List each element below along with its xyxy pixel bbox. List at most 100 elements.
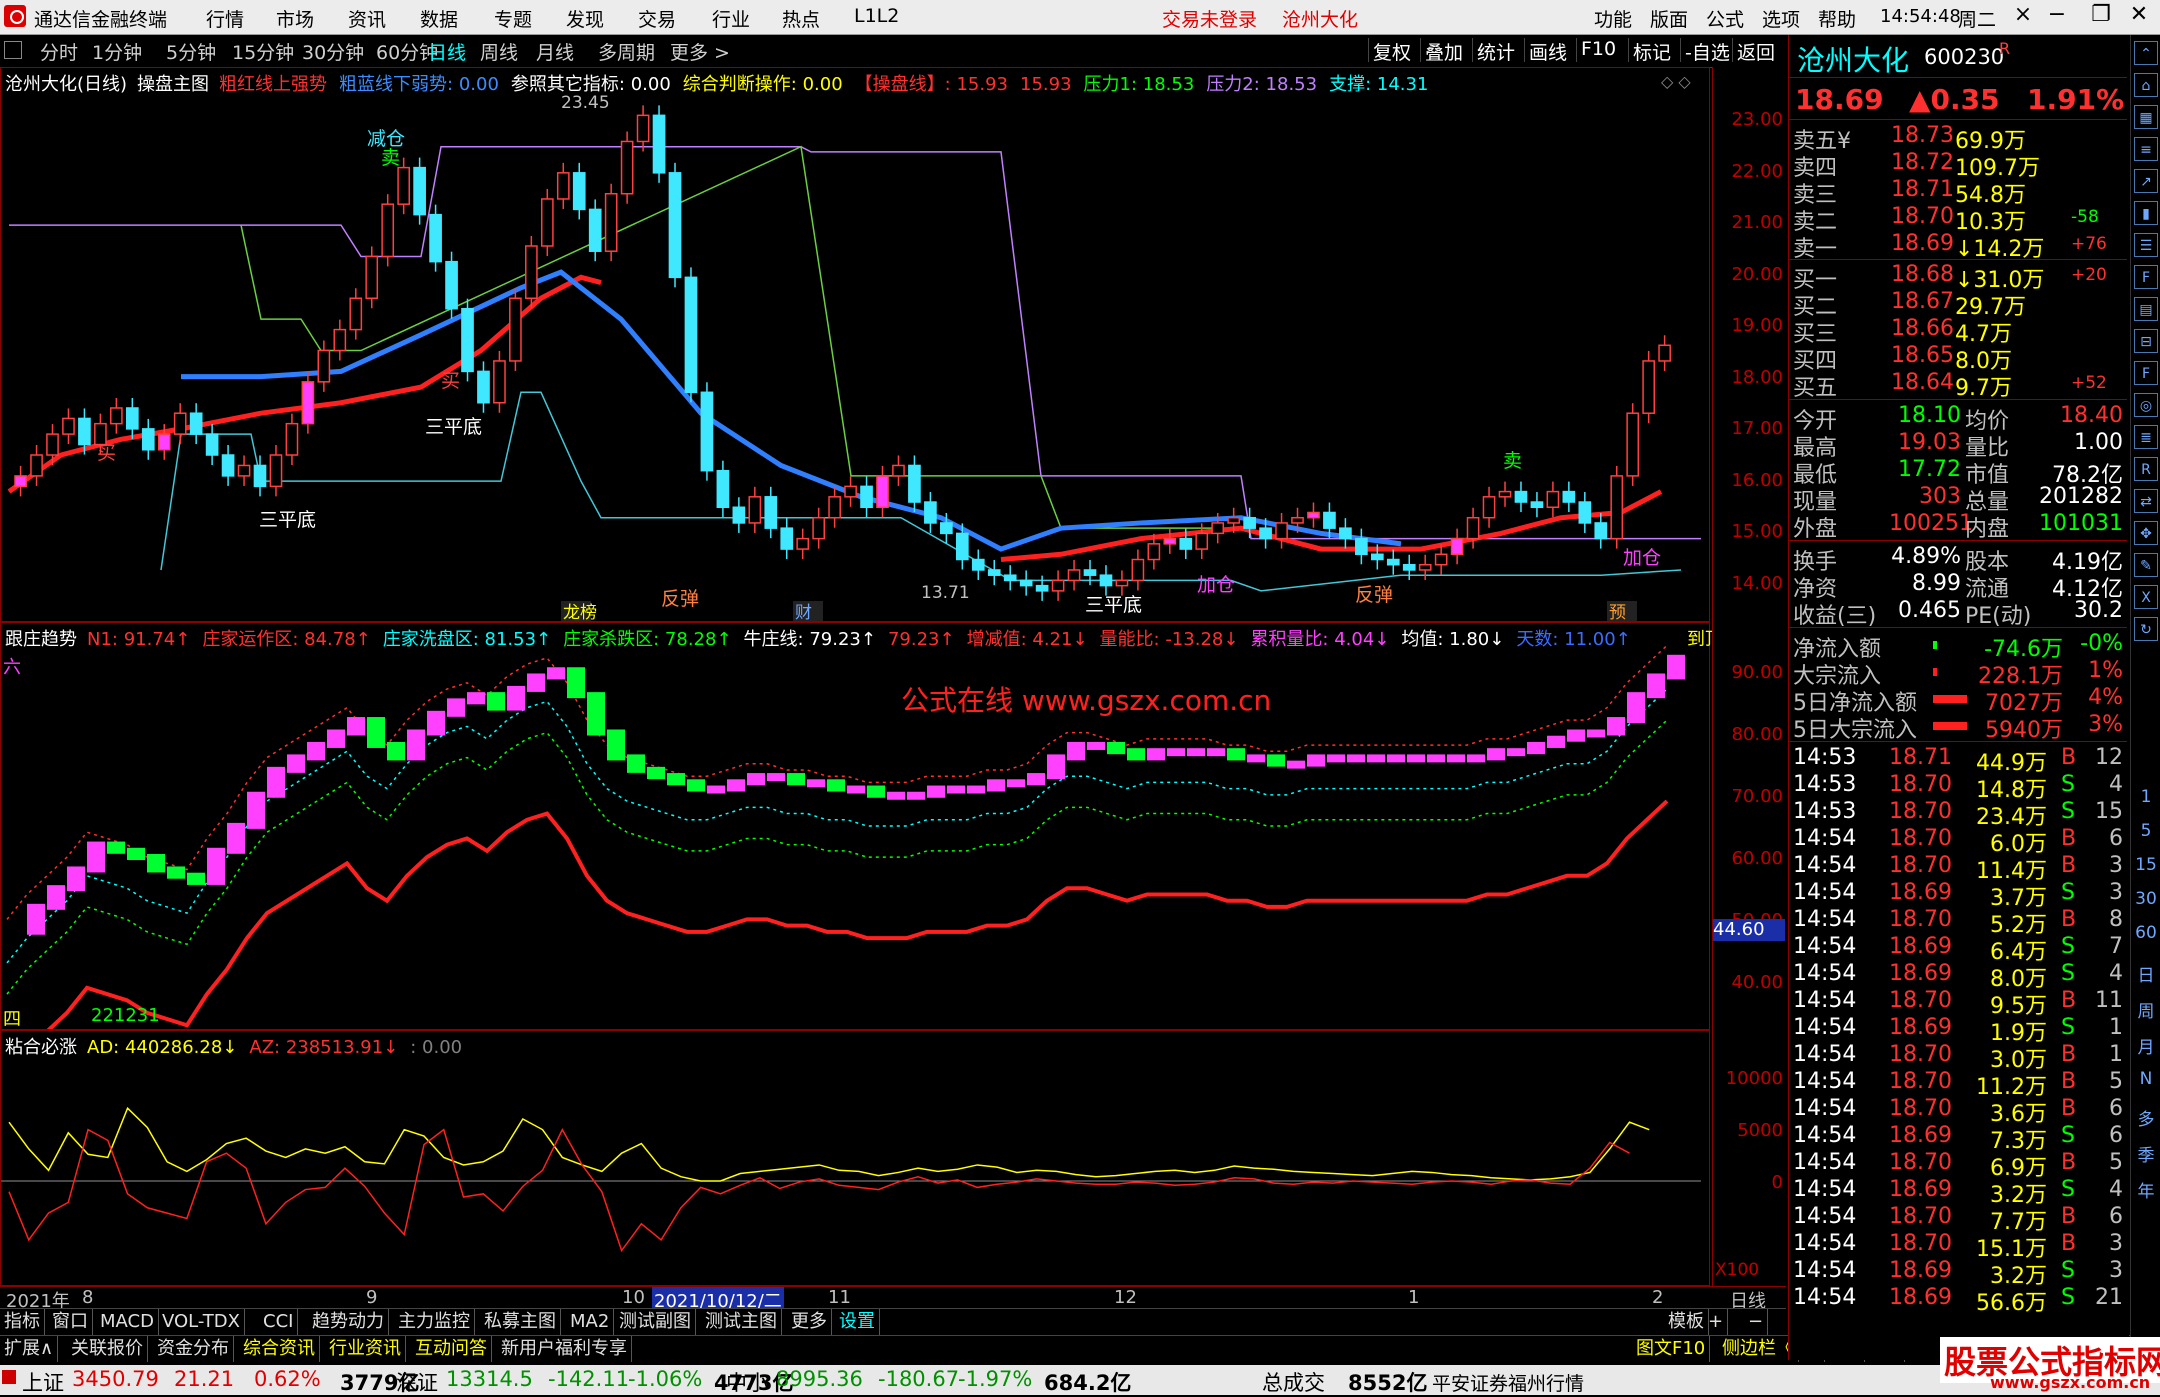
excel-icon[interactable]: X xyxy=(2134,585,2158,609)
side-tab[interactable]: 侧边栏《 xyxy=(1718,1336,1799,1362)
close-small-icon[interactable]: × xyxy=(2006,2,2040,27)
minimize-icon[interactable]: − xyxy=(2040,2,2074,27)
period-tab[interactable]: 5分钟 xyxy=(166,38,216,64)
f10-icon[interactable]: F xyxy=(2134,265,2158,289)
indicator-tab[interactable]: 测试主图 xyxy=(701,1309,782,1335)
extension-tab[interactable]: 关联报价 xyxy=(67,1336,148,1362)
indicator-tab[interactable]: 私募主图 xyxy=(480,1309,561,1335)
toolbar-button[interactable]: 统计 xyxy=(1472,38,1515,64)
menu-item[interactable]: L1L2 xyxy=(854,5,899,27)
side-tab[interactable]: 图文F10 xyxy=(1632,1336,1711,1362)
indicator-tab[interactable]: 主力监控 xyxy=(394,1309,475,1335)
period-shortcut[interactable]: 周 xyxy=(2135,997,2157,1022)
period-shortcut[interactable]: 5 xyxy=(2135,821,2157,841)
menu-item[interactable]: 数据 xyxy=(420,5,458,32)
compass-icon[interactable]: ◎ xyxy=(2134,393,2158,417)
menu-item[interactable]: 行业 xyxy=(712,5,750,32)
tick-row[interactable]: 14:54 18.70 9.5万 B 11 xyxy=(1793,988,2123,1019)
period-tab[interactable]: 15分钟 xyxy=(232,38,294,64)
template-tab[interactable]: − xyxy=(1744,1309,1769,1335)
tick-row[interactable]: 14:54 18.70 6.9万 B 5 xyxy=(1793,1150,2123,1181)
tick-row[interactable]: 14:53 18.70 14.8万 S 4 xyxy=(1793,772,2123,803)
toolbar-button[interactable]: 复权 xyxy=(1368,38,1411,64)
tick-row[interactable]: 14:54 18.70 6.0万 B 6 xyxy=(1793,826,2123,857)
period-tab[interactable]: 月线 xyxy=(536,38,574,64)
tick-row[interactable]: 14:54 18.69 3.2万 S 4 xyxy=(1793,1177,2123,1208)
trade-status[interactable]: 交易未登录 xyxy=(1162,5,1257,32)
indicator-tab[interactable]: 窗口 xyxy=(48,1309,93,1335)
menu-item[interactable]: 资讯 xyxy=(348,5,386,32)
tick-row[interactable]: 14:54 18.69 1.9万 S 1 xyxy=(1793,1015,2123,1046)
extension-tab[interactable]: 互动问答 xyxy=(411,1336,492,1362)
indicator-tab[interactable]: CCI xyxy=(259,1309,299,1335)
tick-row[interactable]: 14:54 18.69 3.2万 S 3 xyxy=(1793,1258,2123,1289)
menu-item[interactable]: 市场 xyxy=(276,5,314,32)
period-shortcut[interactable]: 月 xyxy=(2135,1033,2157,1058)
tick-row[interactable]: 14:54 18.69 56.6万 S 21 xyxy=(1793,1285,2123,1316)
candle-icon[interactable]: ▮ xyxy=(2134,201,2158,225)
toolbar-button[interactable]: 叠加 xyxy=(1420,38,1463,64)
indicator-name[interactable]: 操盘主图 xyxy=(137,74,209,95)
period-tab[interactable]: 分时 xyxy=(40,38,78,64)
menu-item[interactable]: 专题 xyxy=(494,5,532,32)
period-tab[interactable]: 1分钟 xyxy=(92,38,142,64)
collapse-icon[interactable] xyxy=(4,41,22,59)
extension-tab[interactable]: 综合资讯 xyxy=(239,1336,320,1362)
tick-row[interactable]: 14:54 18.69 8.0万 S 4 xyxy=(1793,961,2123,992)
doc-icon[interactable]: ☰ xyxy=(2134,233,2158,257)
period-shortcut[interactable]: 日 xyxy=(2135,961,2157,986)
indicator-tab[interactable]: MA2 xyxy=(566,1309,615,1335)
adhesion-panel[interactable]: 粘合必涨 AD: 440286.28↓ AZ: 238513.91↓: 0.00 xyxy=(0,1030,1710,1286)
fz-icon[interactable]: F xyxy=(2134,361,2158,385)
extension-tab[interactable]: 新用户福利专享 xyxy=(497,1336,632,1362)
indicator-tab[interactable]: 设置 xyxy=(835,1309,880,1335)
main-chart-panel[interactable]: 三平底 三平底 三平底 减仓卖买买反弹 反弹 加仓 加仓卖 23.45 13.71 龙榜财预 沧州… xyxy=(0,67,1710,622)
period-shortcut[interactable]: 60 xyxy=(2135,923,2157,943)
period-tab[interactable]: 多周期 xyxy=(598,38,655,64)
menu-item[interactable]: 行情 xyxy=(206,5,244,32)
news-icon[interactable]: ≣ xyxy=(2134,425,2158,449)
restore-icon[interactable]: ❐ xyxy=(2084,2,2118,27)
tick-row[interactable]: 14:54 18.70 7.7万 B 6 xyxy=(1793,1204,2123,1235)
indicator-tab[interactable]: 指标 xyxy=(0,1309,45,1335)
period-shortcut[interactable]: 30 xyxy=(2135,889,2157,909)
period-tab[interactable]: 周线 xyxy=(480,38,518,64)
menu-item[interactable]: 交易 xyxy=(638,5,676,32)
chevron-up-icon[interactable]: ⌃ xyxy=(2134,41,2158,65)
indicator-tab[interactable]: 更多 xyxy=(787,1309,832,1335)
chart-icon[interactable]: ↗ xyxy=(2134,169,2158,193)
extension-tab[interactable]: 行业资讯 xyxy=(325,1336,406,1362)
tick-row[interactable]: 14:54 18.70 15.1万 B 3 xyxy=(1793,1231,2123,1262)
pen-icon[interactable]: ✎ xyxy=(2134,553,2158,577)
period-shortcut[interactable]: 年 xyxy=(2135,1177,2157,1202)
template-tab[interactable]: + xyxy=(1704,1309,1729,1335)
candlestick-chart[interactable]: 三平底三平底三平底减仓卖买买反弹 反弹加仓加仓卖23.4513.71龙榜财预 xyxy=(1,68,1709,621)
tick-row[interactable]: 14:54 18.69 3.7万 S 3 xyxy=(1793,880,2123,911)
menu-right-item[interactable]: 版面 xyxy=(1650,5,1688,32)
toolbar-button[interactable]: 返回 xyxy=(1732,38,1775,64)
home-icon[interactable]: ⌂ xyxy=(2134,73,2158,97)
tick-row[interactable]: 14:54 18.69 6.4万 S 7 xyxy=(1793,934,2123,965)
tick-row[interactable]: 14:54 18.70 5.2万 B 8 xyxy=(1793,907,2123,938)
adhesion-chart[interactable] xyxy=(1,1031,1709,1285)
template-tab[interactable]: 模板 xyxy=(1664,1309,1709,1335)
period-shortcut[interactable]: 15 xyxy=(2135,855,2157,875)
period-shortcut[interactable]: N xyxy=(2135,1069,2157,1089)
list-icon[interactable]: ≡ xyxy=(2134,137,2158,161)
tick-row[interactable]: 14:53 18.70 23.4万 S 15 xyxy=(1793,799,2123,830)
index-name[interactable]: 深证 xyxy=(396,1367,438,1397)
rsi-icon[interactable]: R xyxy=(2134,457,2158,481)
extension-tab[interactable]: 资金分布 xyxy=(153,1336,234,1362)
expand-icon[interactable]: ◇ ◇ xyxy=(1661,72,1691,91)
period-shortcut[interactable]: 多 xyxy=(2135,1105,2157,1130)
toolbar-button[interactable]: -自选 xyxy=(1680,38,1730,64)
trend-panel[interactable]: 跟庄趋势 N1: 91.74↑ 庄家运作区: 84.78↑ 庄家洗盘区: 81.53↑… xyxy=(0,622,1723,1030)
tick-row[interactable]: 14:54 18.70 11.2万 B 5 xyxy=(1793,1069,2123,1100)
toolbar-button[interactable]: F10 xyxy=(1576,38,1616,62)
extension-tab[interactable]: 扩展∧ xyxy=(0,1336,59,1362)
menu-right-item[interactable]: 公式 xyxy=(1706,5,1744,32)
period-shortcut[interactable]: 1 xyxy=(2135,787,2157,807)
grid-icon[interactable]: ▦ xyxy=(2134,105,2158,129)
indicator-tab[interactable]: 趋势动力 xyxy=(308,1309,389,1335)
toolbar-button[interactable]: 画线 xyxy=(1524,38,1567,64)
